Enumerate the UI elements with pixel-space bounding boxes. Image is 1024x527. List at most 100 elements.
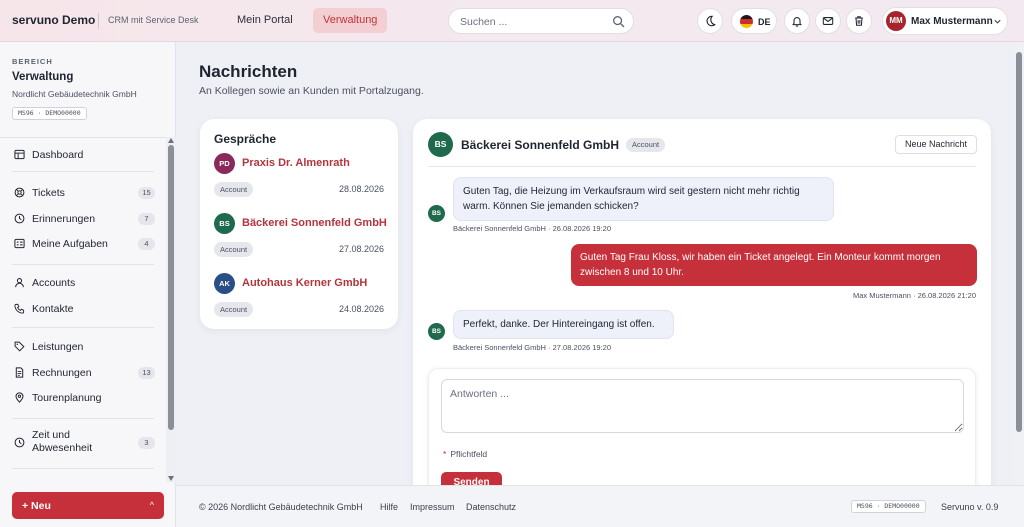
sidebar-divider	[12, 264, 154, 265]
chevron-up-icon: ^	[149, 500, 154, 510]
sidebar-item-my-tasks[interactable]: Meine Aufgaben 4	[10, 233, 156, 255]
flag-de-icon	[740, 15, 753, 28]
user-name: Max Mustermann	[911, 16, 993, 27]
message-bubble-incoming: Perfekt, danke. Der Hintereingang ist of…	[453, 310, 674, 339]
new-message-button[interactable]: Neue Nachricht	[895, 135, 977, 154]
phone-icon	[14, 303, 25, 314]
sidebar-divider	[12, 468, 154, 469]
sidebar-item-label: Zeit und Abwesenheit	[32, 429, 92, 455]
conversation-item[interactable]: AK Autohaus Kerner GmbH Account 24.08.20…	[214, 273, 384, 329]
send-button[interactable]: Senden	[441, 472, 502, 485]
message-avatar: BS	[428, 205, 445, 222]
account-badge: Account	[626, 138, 666, 152]
dark-mode-button[interactable]	[697, 8, 723, 34]
moon-icon	[706, 15, 716, 27]
footer: © 2026 Nordlicht Gebäudetechnik GmbH Hil…	[176, 485, 1024, 527]
message-bubble-outgoing: Guten Tag Frau Kloss, wir haben ein Tick…	[571, 244, 977, 286]
count-badge: 3	[138, 437, 155, 449]
search-icon[interactable]	[612, 15, 625, 28]
conversation-item[interactable]: BS Bäckerei Sonnenfeld GmbH Account 27.0…	[214, 213, 387, 269]
conversation-item[interactable]: PD Praxis Dr. Almenrath Account 28.08.20…	[214, 153, 384, 209]
message-bubble-incoming: Guten Tag, die Heizung im Verkaufsraum w…	[453, 177, 834, 221]
chat-panel: BS Bäckerei Sonnenfeld GmbH Account Neue…	[413, 119, 991, 485]
sidebar-item-label: Accounts	[32, 277, 76, 289]
tasks-icon	[14, 238, 25, 249]
sidebar-divider	[12, 327, 154, 328]
sidebar-scrollbar[interactable]	[166, 137, 176, 482]
chevron-down-icon	[994, 19, 1001, 24]
page-subtitle: An Kollegen sowie an Kunden mit Portalzu…	[199, 85, 424, 97]
conversation-name[interactable]: Autohaus Kerner GmbH	[242, 277, 367, 289]
sidebar-scroll-thumb[interactable]	[168, 145, 174, 430]
sidebar-item-tour-planning[interactable]: Tourenplanung	[10, 387, 156, 409]
sidebar-item-label: Leistungen	[32, 341, 84, 353]
sidebar-item-reminders[interactable]: Erinnerungen 7	[10, 208, 156, 230]
required-star: *	[443, 449, 447, 459]
brand-name[interactable]: servuno Demo	[12, 13, 95, 27]
new-button-label: + Neu	[22, 500, 51, 512]
bell-icon	[792, 17, 802, 27]
search-box[interactable]: Suchen ...	[448, 8, 634, 34]
avatar: BS	[214, 213, 235, 234]
chat-avatar: BS	[428, 132, 453, 157]
conversation-date: 27.08.2026	[338, 244, 384, 254]
reply-textarea[interactable]	[441, 379, 964, 433]
map-pin-icon	[15, 392, 24, 403]
nav-my-portal[interactable]: Mein Portal	[227, 8, 303, 33]
sidebar-nav: Dashboard Tickets 15 Erinnerungen 7 Mein…	[0, 137, 166, 482]
language-switcher[interactable]: DE	[731, 8, 777, 34]
footer-link-help[interactable]: Hilfe	[380, 502, 398, 512]
user-avatar: MM	[886, 11, 906, 31]
main-scrollbar[interactable]	[1014, 42, 1024, 485]
sidebar-item-contacts[interactable]: Kontakte	[10, 298, 156, 320]
sidebar-item-label: Meine Aufgaben	[32, 238, 108, 250]
sidebar-divider	[12, 418, 154, 419]
search-input[interactable]: Suchen ...	[460, 16, 507, 28]
main-scroll-thumb[interactable]	[1016, 52, 1022, 432]
user-icon	[15, 278, 24, 288]
footer-link-imprint[interactable]: Impressum	[410, 502, 455, 512]
sidebar-item-label: Erinnerungen	[32, 213, 96, 225]
trash-button[interactable]	[846, 8, 872, 34]
sidebar-item-tickets[interactable]: Tickets 15	[10, 182, 156, 204]
footer-tenant-code: MS96 · DEMO00000	[851, 500, 926, 513]
chat-divider	[428, 166, 976, 167]
count-badge: 13	[138, 367, 155, 379]
conversation-name[interactable]: Bäckerei Sonnenfeld GmbH	[242, 217, 387, 229]
conversation-date: 24.08.2026	[338, 304, 384, 314]
scroll-down-icon[interactable]	[168, 476, 174, 481]
sidebar-item-time-absence[interactable]: Zeit und Abwesenheit 3	[10, 426, 156, 460]
clock-icon	[14, 437, 25, 448]
footer-copyright: © 2026 Nordlicht Gebäudetechnik GmbH	[199, 502, 363, 512]
conversation-name[interactable]: Praxis Dr. Almenrath	[242, 157, 350, 169]
page-title: Nachrichten	[199, 62, 298, 81]
sidebar-item-label: Tourenplanung	[32, 392, 102, 404]
message-meta: Bäckerei Sonnenfeld GmbH · 27.08.2026 19…	[453, 343, 612, 352]
sidebar-item-label-line2: Abwesenheit	[32, 442, 93, 454]
required-label: Pflichtfeld	[450, 449, 488, 459]
footer-link-privacy[interactable]: Datenschutz	[466, 502, 516, 512]
sidebar-item-label: Tickets	[32, 187, 65, 199]
mail-icon	[822, 17, 834, 25]
conversation-date: 28.08.2026	[338, 184, 384, 194]
sidebar-item-label: Rechnungen	[32, 367, 92, 379]
message-meta: Bäckerei Sonnenfeld GmbH · 26.08.2026 19…	[453, 224, 612, 233]
chat-partner-name: Bäckerei Sonnenfeld GmbH	[461, 138, 620, 152]
sidebar-item-dashboard[interactable]: Dashboard	[10, 144, 156, 166]
nav-administration[interactable]: Verwaltung	[313, 8, 388, 33]
sidebar-item-label: Kontakte	[32, 303, 74, 315]
scroll-up-icon[interactable]	[168, 138, 174, 143]
new-button[interactable]: + Neu ^	[12, 492, 164, 519]
invoice-icon	[15, 367, 24, 378]
reply-form: *Pflichtfeld Senden	[428, 368, 976, 485]
sidebar-item-accounts[interactable]: Accounts	[10, 272, 156, 294]
messages-button[interactable]	[815, 8, 841, 34]
tag-icon	[14, 341, 25, 352]
sidebar-item-services[interactable]: Leistungen	[10, 336, 156, 358]
sidebar-item-label-line1: Zeit und	[32, 429, 70, 441]
user-menu-button[interactable]: MM Max Mustermann	[882, 7, 1008, 35]
sidebar-item-invoices[interactable]: Rechnungen 13	[10, 362, 156, 384]
language-code: DE	[758, 17, 771, 27]
account-badge: Account	[214, 302, 254, 317]
notifications-button[interactable]	[784, 8, 810, 34]
